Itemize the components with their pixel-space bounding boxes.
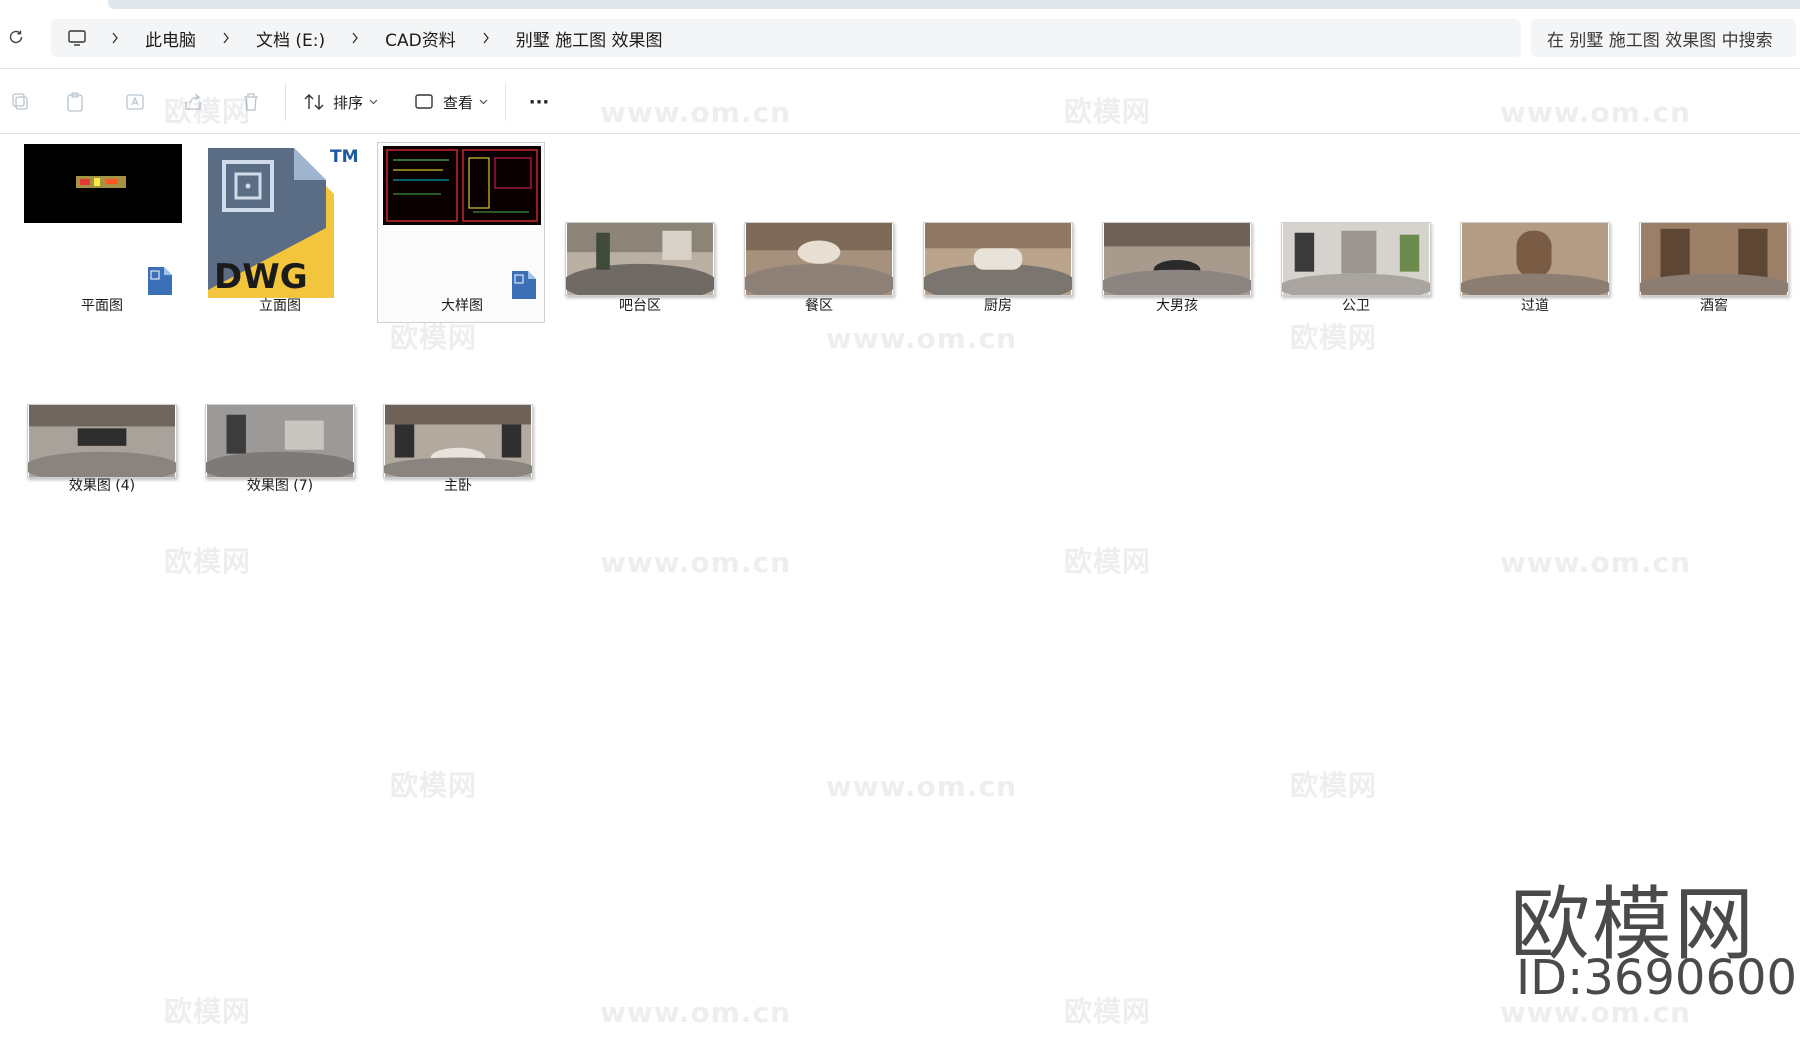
trash-icon — [244, 93, 258, 111]
file-item[interactable]: 过道 — [1451, 140, 1619, 315]
cad-plan-thumbnail — [24, 144, 182, 223]
file-name: 酒窖 — [1700, 298, 1728, 314]
model-id: ID:3690600 — [1516, 950, 1798, 1006]
sort-button[interactable]: 排序 — [302, 88, 378, 116]
more-options-button[interactable]: ··· — [522, 88, 556, 116]
view-label: 查看 — [443, 93, 474, 112]
rename-icon — [126, 94, 144, 110]
breadcrumb-cad-folder[interactable]: CAD资料 — [381, 26, 460, 51]
file-name: 大男孩 — [1156, 298, 1198, 314]
command-bar: 排序 查看 ··· — [0, 68, 1800, 134]
file-item[interactable]: 餐区 — [735, 140, 903, 315]
copy-icon — [12, 93, 28, 110]
copy-button[interactable] — [6, 88, 36, 116]
refresh-icon — [9, 30, 23, 44]
panorama-thumbnail — [923, 222, 1073, 296]
dwg-text: DWG — [214, 257, 308, 297]
clipboard-icon — [67, 92, 83, 112]
panorama-thumbnail — [27, 404, 177, 478]
file-item[interactable]: 厨房 — [914, 140, 1082, 315]
file-item[interactable]: 效果图 (7) — [196, 324, 364, 499]
toolbar-divider — [505, 83, 506, 121]
file-name: 厨房 — [984, 298, 1012, 314]
file-item[interactable]: 酒窖 — [1630, 140, 1798, 315]
file-name: 餐区 — [805, 298, 833, 314]
title-strip — [0, 0, 1800, 9]
share-button[interactable] — [178, 88, 208, 116]
chevron-right-icon[interactable] — [480, 32, 492, 44]
file-name: 平面图 — [81, 298, 123, 314]
address-bar[interactable]: 此电脑 文档 (E:) CAD资料 别墅 施工图 效果图 — [51, 19, 1521, 57]
toolbar-divider — [285, 83, 286, 121]
chevron-right-icon[interactable] — [109, 32, 121, 44]
navigation-bar: 此电脑 文档 (E:) CAD资料 别墅 施工图 效果图 在 别墅 施工图 效果… — [0, 9, 1800, 68]
chevron-down-icon — [369, 98, 378, 107]
chevron-down-icon — [479, 98, 488, 107]
refresh-button[interactable] — [4, 25, 28, 49]
file-item[interactable]: 主卧 — [374, 324, 542, 499]
panorama-thumbnail — [383, 404, 533, 478]
this-pc-icon[interactable] — [67, 27, 89, 49]
search-input[interactable]: 在 别墅 施工图 效果图 中搜索 — [1531, 19, 1796, 57]
paste-button[interactable] — [60, 88, 90, 116]
panorama-thumbnail — [565, 222, 715, 296]
rename-button[interactable] — [120, 88, 150, 116]
file-item[interactable]: DWG TM 立面图 — [196, 140, 364, 315]
trademark-text: TM — [330, 147, 359, 167]
view-icon — [415, 94, 433, 109]
breadcrumb-drive[interactable]: 文档 (E:) — [252, 26, 329, 51]
chevron-right-icon[interactable] — [349, 32, 361, 44]
sort-label: 排序 — [333, 93, 364, 112]
share-icon — [185, 93, 201, 110]
panorama-thumbnail — [1281, 222, 1431, 296]
breadcrumb-current-folder[interactable]: 别墅 施工图 效果图 — [512, 26, 667, 51]
file-name: 立面图 — [259, 298, 301, 314]
dwg-file-icon: DWG TM — [208, 147, 359, 298]
sort-icon — [304, 94, 324, 110]
panorama-thumbnail — [744, 222, 894, 296]
file-item[interactable]: 公卫 — [1272, 140, 1440, 315]
breadcrumb-this-pc[interactable]: 此电脑 — [141, 26, 200, 51]
file-item-selected[interactable]: 大样图 — [377, 142, 545, 323]
file-item[interactable]: 平面图 — [18, 140, 186, 315]
file-name: 效果图 (7) — [246, 478, 314, 494]
panorama-thumbnail — [1639, 222, 1789, 296]
panorama-thumbnail — [205, 404, 355, 478]
panorama-thumbnail — [1460, 222, 1610, 296]
cad-detail-thumbnail — [383, 146, 541, 225]
file-item[interactable]: 效果图 (4) — [18, 324, 186, 499]
file-name: 过道 — [1521, 298, 1549, 314]
view-button[interactable]: 查看 — [412, 88, 488, 116]
file-type-icon — [148, 267, 172, 295]
chevron-right-icon[interactable] — [220, 32, 232, 44]
delete-button[interactable] — [236, 88, 266, 116]
file-name: 主卧 — [444, 478, 472, 494]
file-name: 公卫 — [1342, 298, 1370, 314]
file-item[interactable]: 吧台区 — [556, 140, 724, 315]
file-name: 吧台区 — [619, 298, 661, 314]
file-name: 大样图 — [441, 298, 483, 314]
file-item[interactable]: 大男孩 — [1093, 140, 1261, 315]
panorama-thumbnail — [1102, 222, 1252, 296]
file-name: 效果图 (4) — [68, 478, 136, 494]
tab-strip — [108, 0, 1800, 9]
